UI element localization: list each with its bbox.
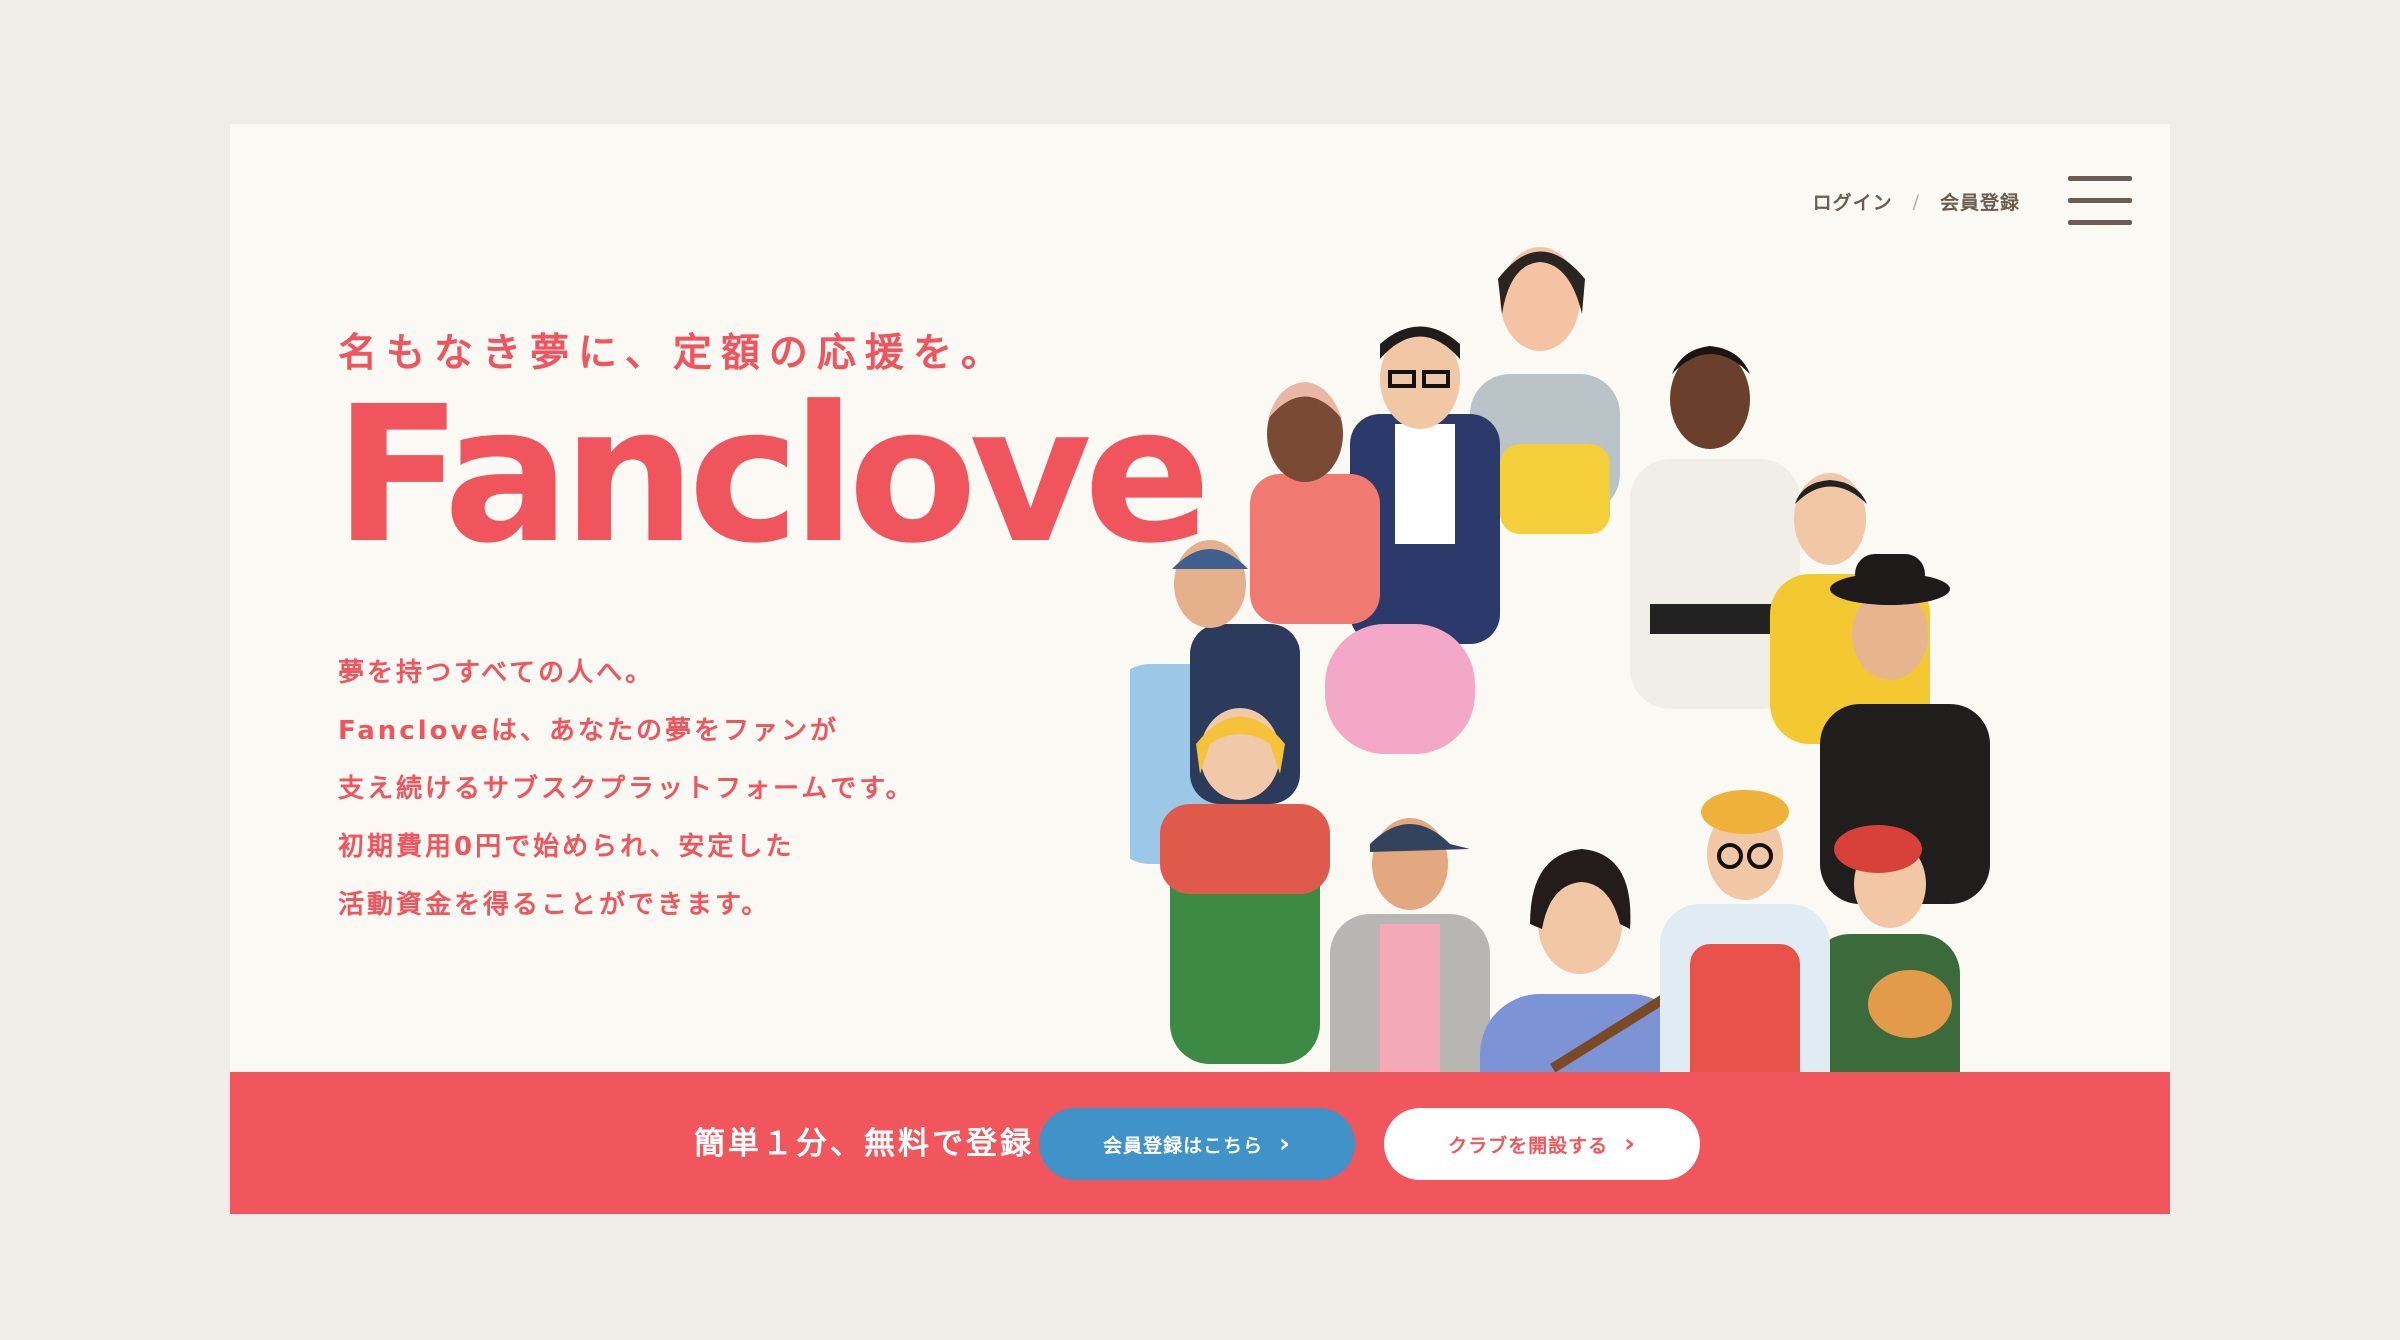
hero-description: 夢を持つすべての人へ。 Fancloveは、あなたの夢をファンが 支え続けるサブ… [338, 644, 915, 934]
menu-line [2068, 176, 2132, 181]
cta-text: 簡単１分、無料で登録 [694, 1126, 1034, 1162]
member-register-label: 会員登録はこちら [1103, 1134, 1264, 1157]
open-club-label: クラブを開設する [1448, 1134, 1609, 1157]
member-register-button[interactable]: 会員登録はこちら › [1039, 1108, 1355, 1180]
description-line: 支え続けるサブスクプラットフォームです。 [338, 774, 915, 804]
description-line: Fancloveは、あなたの夢をファンが [338, 716, 840, 746]
brand-logo: Fanclove [334, 366, 1211, 585]
open-club-button[interactable]: クラブを開設する › [1384, 1108, 1700, 1180]
cta-bar: 簡単１分、無料で登録 会員登録はこちら › クラブを開設する › [230, 1072, 2170, 1214]
chevron-right-icon: › [1279, 1129, 1291, 1159]
description-line: 活動資金を得ることができます。 [338, 890, 771, 920]
chevron-right-icon: › [1624, 1129, 1636, 1159]
description-line: 初期費用0円で始められ、安定した [338, 832, 795, 862]
description-line: 夢を持つすべての人へ。 [338, 658, 655, 688]
people-circle-illustration [1130, 247, 1990, 1176]
hero-frame: ログイン / 会員登録 名もなき夢に、定額の応援を。 Fanclove 夢を持つ… [230, 124, 2170, 1214]
